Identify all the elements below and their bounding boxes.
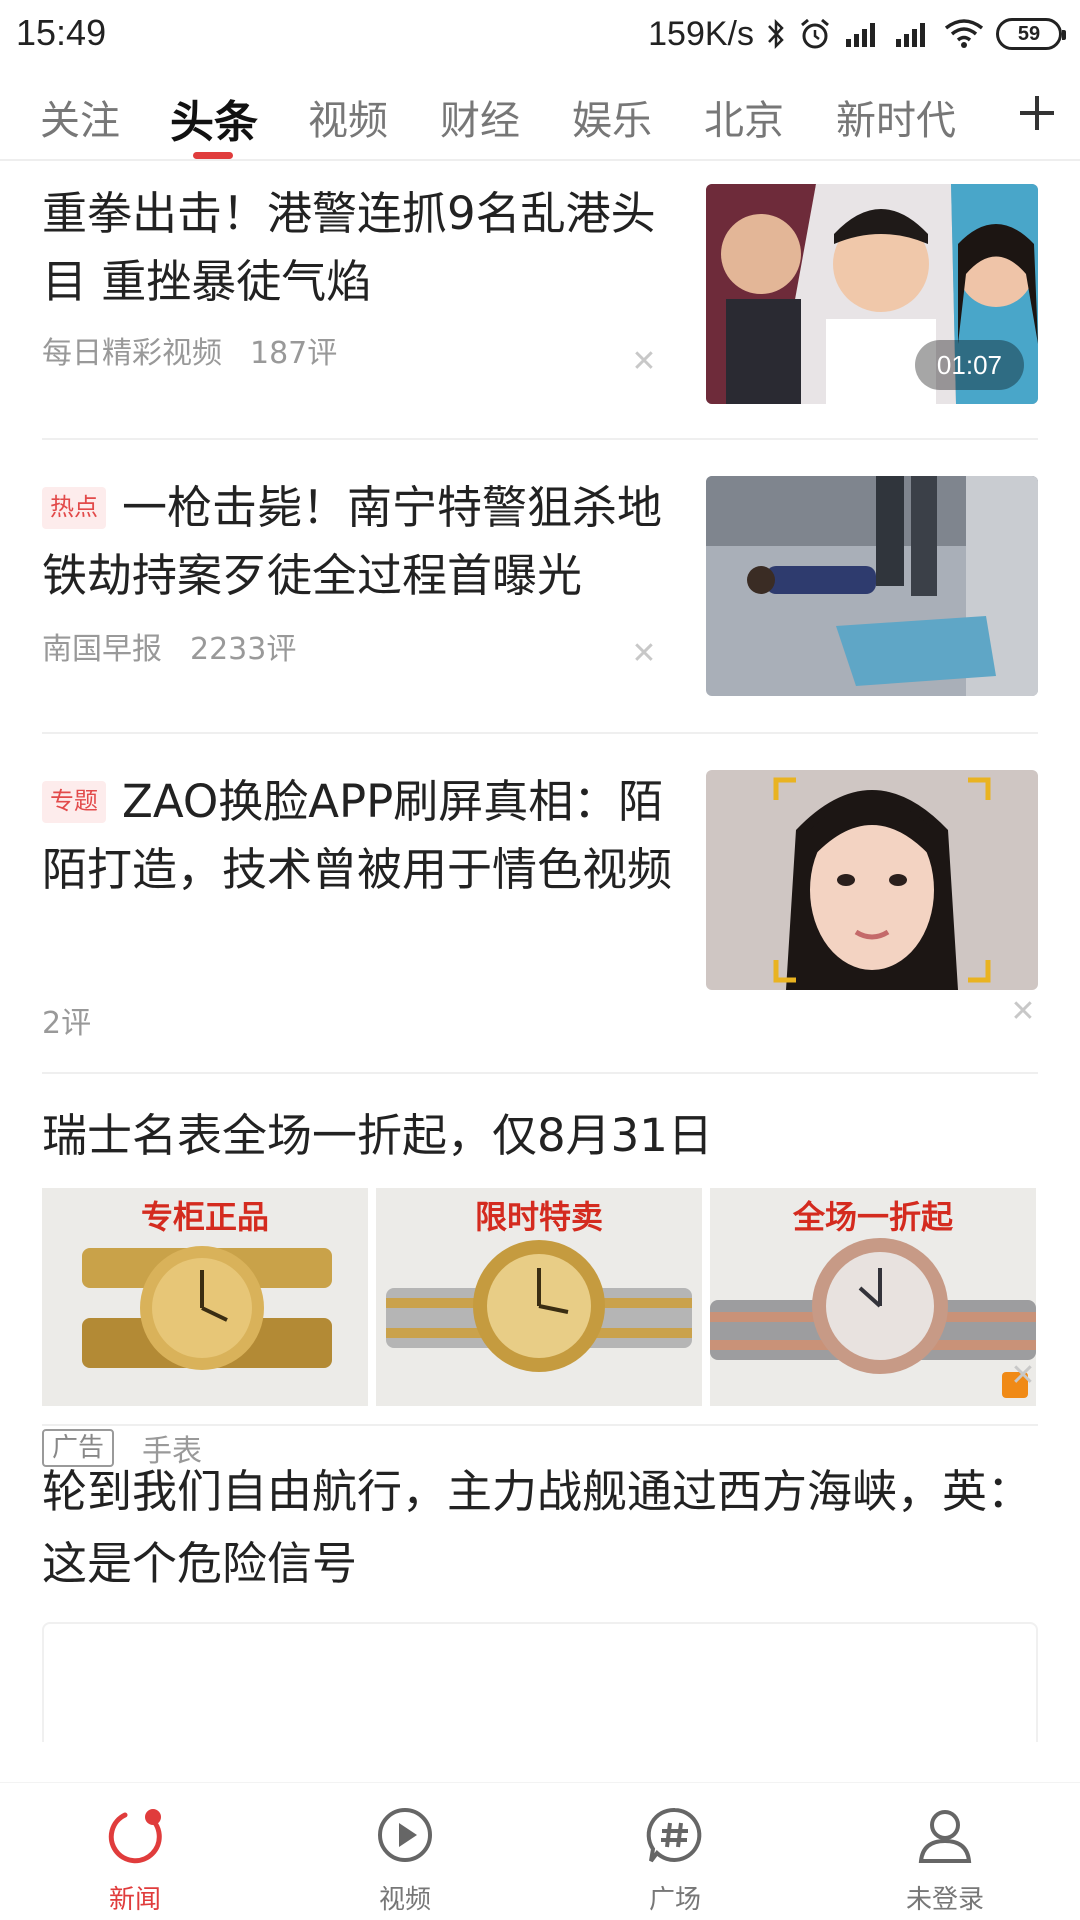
dismiss-icon[interactable]: ✕ — [1008, 1358, 1038, 1393]
tab-entertainment[interactable]: 娱乐 — [572, 88, 652, 146]
dismiss-icon[interactable]: ✕ — [629, 636, 659, 671]
ad-image[interactable]: 专柜正品 — [42, 1188, 368, 1406]
news-meta: 南国早报 2233评 — [42, 624, 672, 668]
dismiss-icon[interactable]: ✕ — [629, 344, 659, 379]
nav-square[interactable]: 广场 — [575, 1783, 775, 1920]
hashtag-bubble-icon — [646, 1807, 702, 1863]
nav-video[interactable]: 视频 — [305, 1783, 505, 1920]
refresh-icon — [108, 1809, 162, 1864]
news-title-block[interactable]: 专题 ZAO换脸APP刷屏真相：陌陌打造，技术曾被用于情色视频 — [42, 768, 672, 904]
news-title[interactable]: ZAO换脸APP刷屏真相：陌陌打造，技术曾被用于情色视频 — [42, 775, 672, 896]
news-item[interactable]: 热点 一枪击毙！南宁特警狙杀地铁劫持案歹徒全过程首曝光 南国早报 2233评 ✕ — [42, 440, 1038, 734]
tab-beijing[interactable]: 北京 — [704, 88, 784, 146]
tab-video[interactable]: 视频 — [308, 88, 388, 146]
signal-icon — [846, 23, 875, 47]
ad-title[interactable]: 瑞士名表全场一折起，仅8月31日 — [42, 1104, 1038, 1168]
news-item[interactable]: 轮到我们自由航行，主力战舰通过西方海峡，英：这是个危险信号 — [42, 1426, 1038, 1742]
tab-new-era[interactable]: 新时代 — [836, 88, 956, 146]
news-thumbnail[interactable] — [706, 770, 1038, 990]
nav-label: 视频 — [378, 1885, 431, 1915]
news-source: 南国早报 — [42, 632, 162, 667]
subway-scene-image — [706, 476, 1038, 696]
news-thumbnail[interactable]: 01:07 — [706, 184, 1038, 404]
nav-profile[interactable]: 未登录 — [845, 1783, 1045, 1920]
ad-item[interactable]: 瑞士名表全场一折起，仅8月31日 专柜正品 限时特卖 全场一折起 广告 手表 ✕ — [42, 1074, 1038, 1469]
news-title[interactable]: 重拳出击！港警连抓9名乱港头目 重挫暴徒气焰 — [42, 180, 672, 316]
active-tab-indicator — [193, 152, 233, 159]
tab-headlines[interactable]: 头条 — [170, 86, 258, 150]
nav-news[interactable]: 新闻 — [35, 1783, 235, 1920]
status-time: 15:49 — [16, 12, 107, 53]
tab-finance[interactable]: 财经 — [440, 88, 520, 146]
ad-image-label: 全场一折起 — [792, 1198, 953, 1236]
alarm-icon — [801, 18, 829, 49]
ad-image-label: 专柜正品 — [140, 1198, 269, 1236]
nav-label: 新闻 — [108, 1885, 161, 1915]
signal-icon-2 — [896, 23, 925, 47]
news-title-block[interactable]: 热点 一枪击毙！南宁特警狙杀地铁劫持案歹徒全过程首曝光 — [42, 474, 672, 610]
channel-tabs: 关注 头条 视频 财经 娱乐 北京 新时代 — [0, 78, 1080, 160]
hot-tag: 热点 — [42, 487, 106, 529]
bottom-nav: 新闻 视频 广场 未登录 — [0, 1782, 1080, 1920]
news-title[interactable]: 一枪击毙！南宁特警狙杀地铁劫持案歹徒全过程首曝光 — [42, 481, 662, 602]
nav-label: 广场 — [648, 1885, 701, 1915]
tab-follow[interactable]: 关注 — [40, 88, 120, 146]
ad-images: 专柜正品 限时特卖 全场一折起 — [42, 1188, 1038, 1406]
news-title[interactable]: 轮到我们自由航行，主力战舰通过西方海峡，英：这是个危险信号 — [42, 1456, 1038, 1600]
news-comments: 2评 — [42, 1006, 92, 1041]
news-comments: 2233评 — [190, 632, 297, 667]
add-channel-icon[interactable] — [1014, 90, 1060, 136]
news-source: 每日精彩视频 — [42, 336, 222, 371]
news-item[interactable]: 重拳出击！港警连抓9名乱港头目 重挫暴徒气焰 每日精彩视频 187评 ✕ 01:… — [42, 162, 1038, 440]
bluetooth-icon — [768, 18, 784, 50]
dismiss-icon[interactable]: ✕ — [1008, 994, 1038, 1029]
ad-image-label: 限时特卖 — [474, 1198, 603, 1236]
status-bar: 15:49 159K/s 59 — [0, 0, 1080, 68]
news-card-preview[interactable] — [42, 1622, 1038, 1742]
news-comments: 187评 — [250, 336, 338, 371]
user-icon — [918, 1810, 972, 1863]
network-speed: 159K/s — [648, 14, 754, 53]
news-feed: 重拳出击！港警连抓9名乱港头目 重挫暴徒气焰 每日精彩视频 187评 ✕ 01:… — [42, 162, 1038, 1782]
news-meta: 每日精彩视频 187评 — [42, 328, 672, 372]
news-meta: 2评 — [42, 998, 91, 1042]
ad-image[interactable]: 限时特卖 — [376, 1188, 702, 1406]
nav-label: 未登录 — [905, 1885, 984, 1915]
ad-image[interactable]: 全场一折起 — [710, 1188, 1036, 1406]
status-icons: 159K/s 59 — [648, 10, 1066, 58]
video-duration: 01:07 — [914, 340, 1024, 390]
topic-tag: 专题 — [42, 781, 106, 823]
tabs-divider — [0, 159, 1080, 161]
play-circle-icon — [378, 1808, 432, 1862]
battery-indicator: 59 — [996, 18, 1066, 50]
face-swap-image — [706, 770, 1038, 990]
news-thumbnail[interactable] — [706, 476, 1038, 696]
news-item[interactable]: 专题 ZAO换脸APP刷屏真相：陌陌打造，技术曾被用于情色视频 2评 ✕ — [42, 734, 1038, 1074]
wifi-icon — [944, 19, 984, 48]
